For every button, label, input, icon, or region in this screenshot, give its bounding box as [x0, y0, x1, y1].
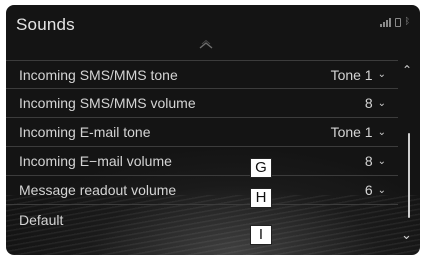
chevron-down-icon[interactable]: ⌄ [401, 228, 412, 243]
phone-icon [394, 18, 401, 27]
scroll-up-hint-icon [199, 39, 213, 49]
row-label: Incoming SMS/MMS tone [19, 66, 178, 83]
chevron-down-icon: ⌄ [377, 184, 386, 196]
row-incoming-sms-mms-volume[interactable]: Incoming SMS/MMS volume 8 ⌄ [6, 89, 398, 118]
callout-marker-g: G [250, 158, 272, 178]
row-incoming-email-tone[interactable]: Incoming E-mail tone Tone 1 ⌄ [6, 118, 398, 147]
row-incoming-email-volume[interactable]: Incoming E−mail volume 8 ⌄ [6, 147, 398, 176]
chevron-down-icon: ⌄ [377, 126, 386, 138]
screen: Sounds ᛒ Incoming SMS/MMS tone Tone 1 ⌄ … [6, 5, 420, 255]
signal-strength-icon [379, 18, 391, 27]
scrollbar-thumb[interactable] [408, 133, 410, 218]
row-label: Default [19, 211, 64, 228]
callout-marker-h: H [250, 188, 272, 208]
value-text: 8 [364, 95, 373, 111]
row-value: Tone 1 ⌄ [331, 67, 386, 83]
page-title: Sounds [16, 15, 75, 34]
row-label: Incoming E−mail volume [19, 153, 172, 169]
settings-list: Incoming SMS/MMS tone Tone 1 ⌄ Incoming … [6, 60, 398, 234]
row-label: Incoming SMS/MMS volume [19, 95, 196, 111]
callout-marker-i: I [250, 225, 272, 245]
status-bar: ᛒ [379, 17, 410, 27]
chevron-down-icon: ⌄ [377, 155, 386, 167]
row-label: Incoming E-mail tone [19, 124, 151, 140]
scrollbar[interactable]: ⌃ ⌄ [401, 63, 417, 253]
row-default[interactable]: Default [6, 205, 398, 234]
bluetooth-icon: ᛒ [404, 17, 410, 27]
row-value: 8 ⌄ [365, 95, 386, 111]
value-text: 8 [364, 153, 373, 169]
row-value: Tone 1 ⌄ [331, 124, 386, 140]
chevron-down-icon: ⌄ [377, 97, 386, 109]
value-text: Tone 1 [330, 124, 373, 140]
chevron-up-icon[interactable]: ⌃ [402, 63, 412, 77]
row-incoming-sms-mms-tone[interactable]: Incoming SMS/MMS tone Tone 1 ⌄ [6, 60, 398, 89]
row-label: Message readout volume [19, 182, 177, 198]
value-text: 6 [364, 182, 373, 198]
row-value: 6 ⌄ [365, 182, 386, 198]
row-message-readout-volume[interactable]: Message readout volume 6 ⌄ [6, 176, 398, 205]
value-text: Tone 1 [330, 66, 373, 83]
chevron-down-icon: ⌄ [377, 69, 386, 80]
row-value: 8 ⌄ [365, 153, 386, 169]
